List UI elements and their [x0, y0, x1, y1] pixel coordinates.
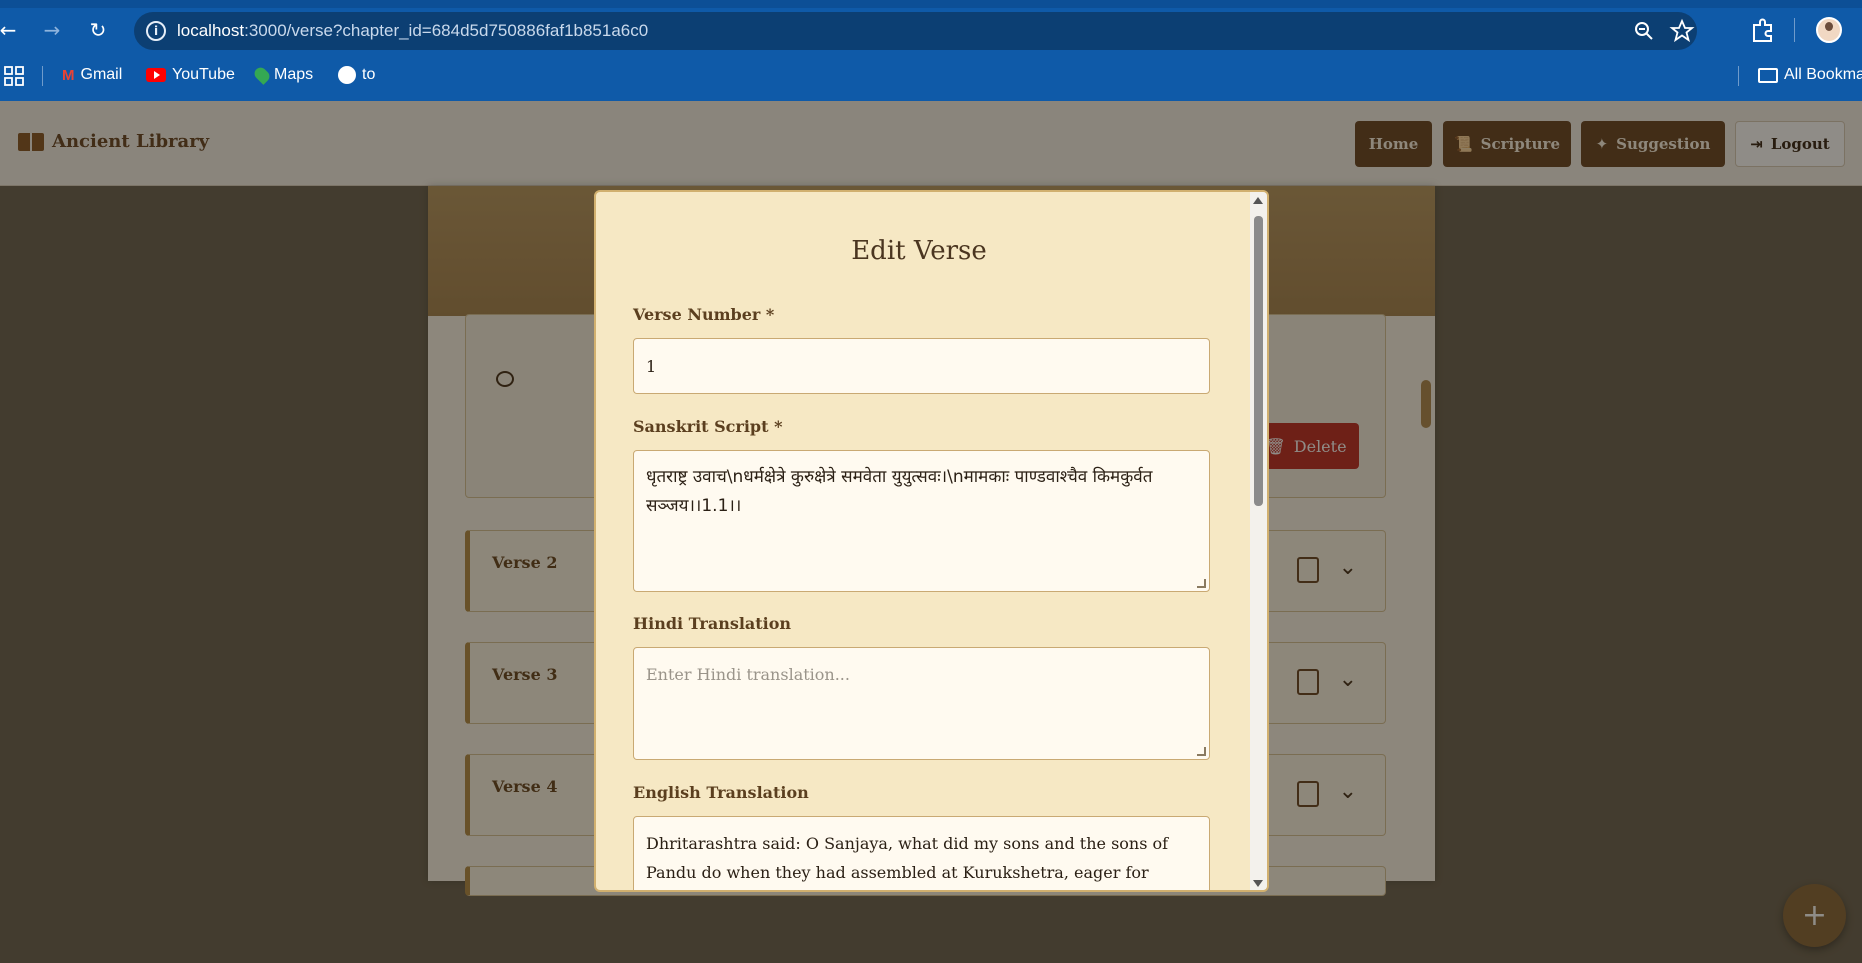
- sanskrit-textarea[interactable]: धृतराष्ट्र उवाच\nधर्मक्षेत्रे कुरुक्षेत्…: [633, 450, 1210, 592]
- forward-icon[interactable]: →: [38, 16, 66, 44]
- modal-scroll-thumb[interactable]: [1254, 216, 1263, 506]
- english-label: English Translation: [633, 783, 809, 802]
- bookmark-gmail[interactable]: M Gmail: [62, 66, 122, 84]
- bookmark-to[interactable]: to: [338, 66, 375, 84]
- bookmarks-divider: [42, 66, 43, 86]
- sanskrit-label: Sanskrit Script *: [633, 417, 783, 436]
- url-path: :3000/verse?chapter_id=684d5d750886faf1b…: [244, 21, 649, 40]
- bookmark-label: Gmail: [80, 66, 123, 83]
- hindi-label: Hindi Translation: [633, 614, 792, 633]
- resize-handle-icon[interactable]: [1197, 579, 1206, 588]
- bookmark-label: All Bookma: [1784, 66, 1862, 83]
- bookmarks-bar: M Gmail YouTube Maps to All Bookma: [0, 58, 1862, 94]
- hindi-textarea[interactable]: Enter Hindi translation...: [633, 647, 1210, 760]
- youtube-icon: [146, 68, 166, 82]
- sanskrit-value: धृतराष्ट्र उवाच\nधर्मक्षेत्रे कुरुक्षेत्…: [646, 467, 1153, 516]
- address-bar[interactable]: i localhost:3000/verse?chapter_id=684d5d…: [134, 12, 1697, 50]
- bookmark-maps[interactable]: Maps: [252, 65, 314, 85]
- verse-number-value: 1: [646, 357, 657, 376]
- modal-scrollbar[interactable]: [1250, 192, 1267, 890]
- verse-number-input[interactable]: 1: [633, 338, 1210, 394]
- modal-title: Edit Verse: [851, 236, 987, 266]
- url-host: localhost: [177, 21, 245, 40]
- zoom-icon[interactable]: [1631, 18, 1657, 44]
- browser-chrome: ← → ↻ i localhost:3000/verse?chapter_id=…: [0, 0, 1862, 101]
- scroll-down-icon[interactable]: [1253, 880, 1263, 887]
- bookmark-label: YouTube: [172, 66, 235, 83]
- tab-strip: [0, 0, 1862, 8]
- apps-grid-icon[interactable]: [4, 66, 24, 86]
- profile-avatar[interactable]: [1816, 17, 1842, 43]
- url-text[interactable]: localhost:3000/verse?chapter_id=684d5d75…: [177, 21, 648, 41]
- folder-icon: [1758, 67, 1778, 83]
- back-icon[interactable]: ←: [0, 16, 22, 44]
- gmail-icon: M: [62, 66, 75, 84]
- extensions-icon[interactable]: [1748, 16, 1776, 44]
- bookmarks-divider: [1738, 66, 1739, 86]
- verse-number-label: Verse Number *: [633, 305, 775, 324]
- english-value: Dhritarashtra said: O Sanjaya, what did …: [646, 834, 1169, 882]
- all-bookmarks[interactable]: All Bookma: [1758, 66, 1862, 84]
- site-info-icon[interactable]: i: [146, 21, 166, 41]
- bookmark-youtube[interactable]: YouTube: [146, 66, 235, 84]
- bookmark-star-icon[interactable]: [1669, 18, 1695, 44]
- globe-icon: [338, 66, 356, 84]
- hindi-placeholder: Enter Hindi translation...: [646, 665, 850, 684]
- toolbar-divider: [1794, 18, 1795, 42]
- bookmark-label: to: [362, 66, 376, 83]
- edit-verse-modal: Edit Verse Verse Number * 1 Sanskrit Scr…: [594, 190, 1269, 892]
- scroll-up-icon[interactable]: [1253, 197, 1263, 204]
- maps-icon: [252, 65, 272, 85]
- reload-icon[interactable]: ↻: [84, 16, 112, 44]
- resize-handle-icon[interactable]: [1197, 747, 1206, 756]
- english-textarea[interactable]: Dhritarashtra said: O Sanjaya, what did …: [633, 816, 1210, 890]
- bookmark-label: Maps: [274, 66, 314, 83]
